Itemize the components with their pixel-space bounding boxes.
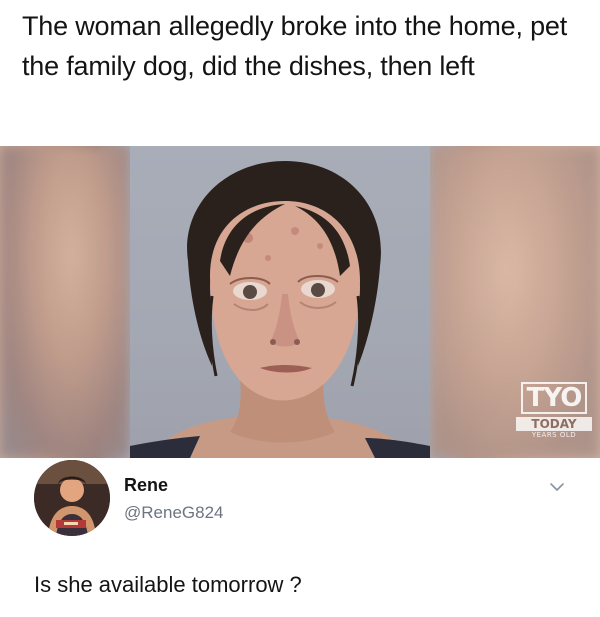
watermark-small-text: YEARS OLD: [531, 431, 577, 439]
watermark-logo: TYO: [520, 382, 588, 414]
news-photo: TYO TODAY YEARS OLD: [0, 146, 600, 458]
author-name[interactable]: Rene: [124, 474, 168, 496]
avatar[interactable]: [34, 460, 110, 536]
avatar-image: [34, 460, 110, 536]
mugshot-portrait: [130, 161, 430, 458]
tweet-text: Is she available tomorrow ?: [34, 572, 302, 597]
blurred-background-left: [0, 146, 130, 458]
author-handle[interactable]: @ReneG824: [124, 502, 224, 524]
headline: The woman allegedly broke into the home,…: [22, 11, 568, 81]
chevron-down-icon[interactable]: [548, 478, 566, 496]
watermark: TYO TODAY YEARS OLD: [516, 382, 592, 444]
watermark-subtitle: TODAY: [516, 417, 592, 431]
